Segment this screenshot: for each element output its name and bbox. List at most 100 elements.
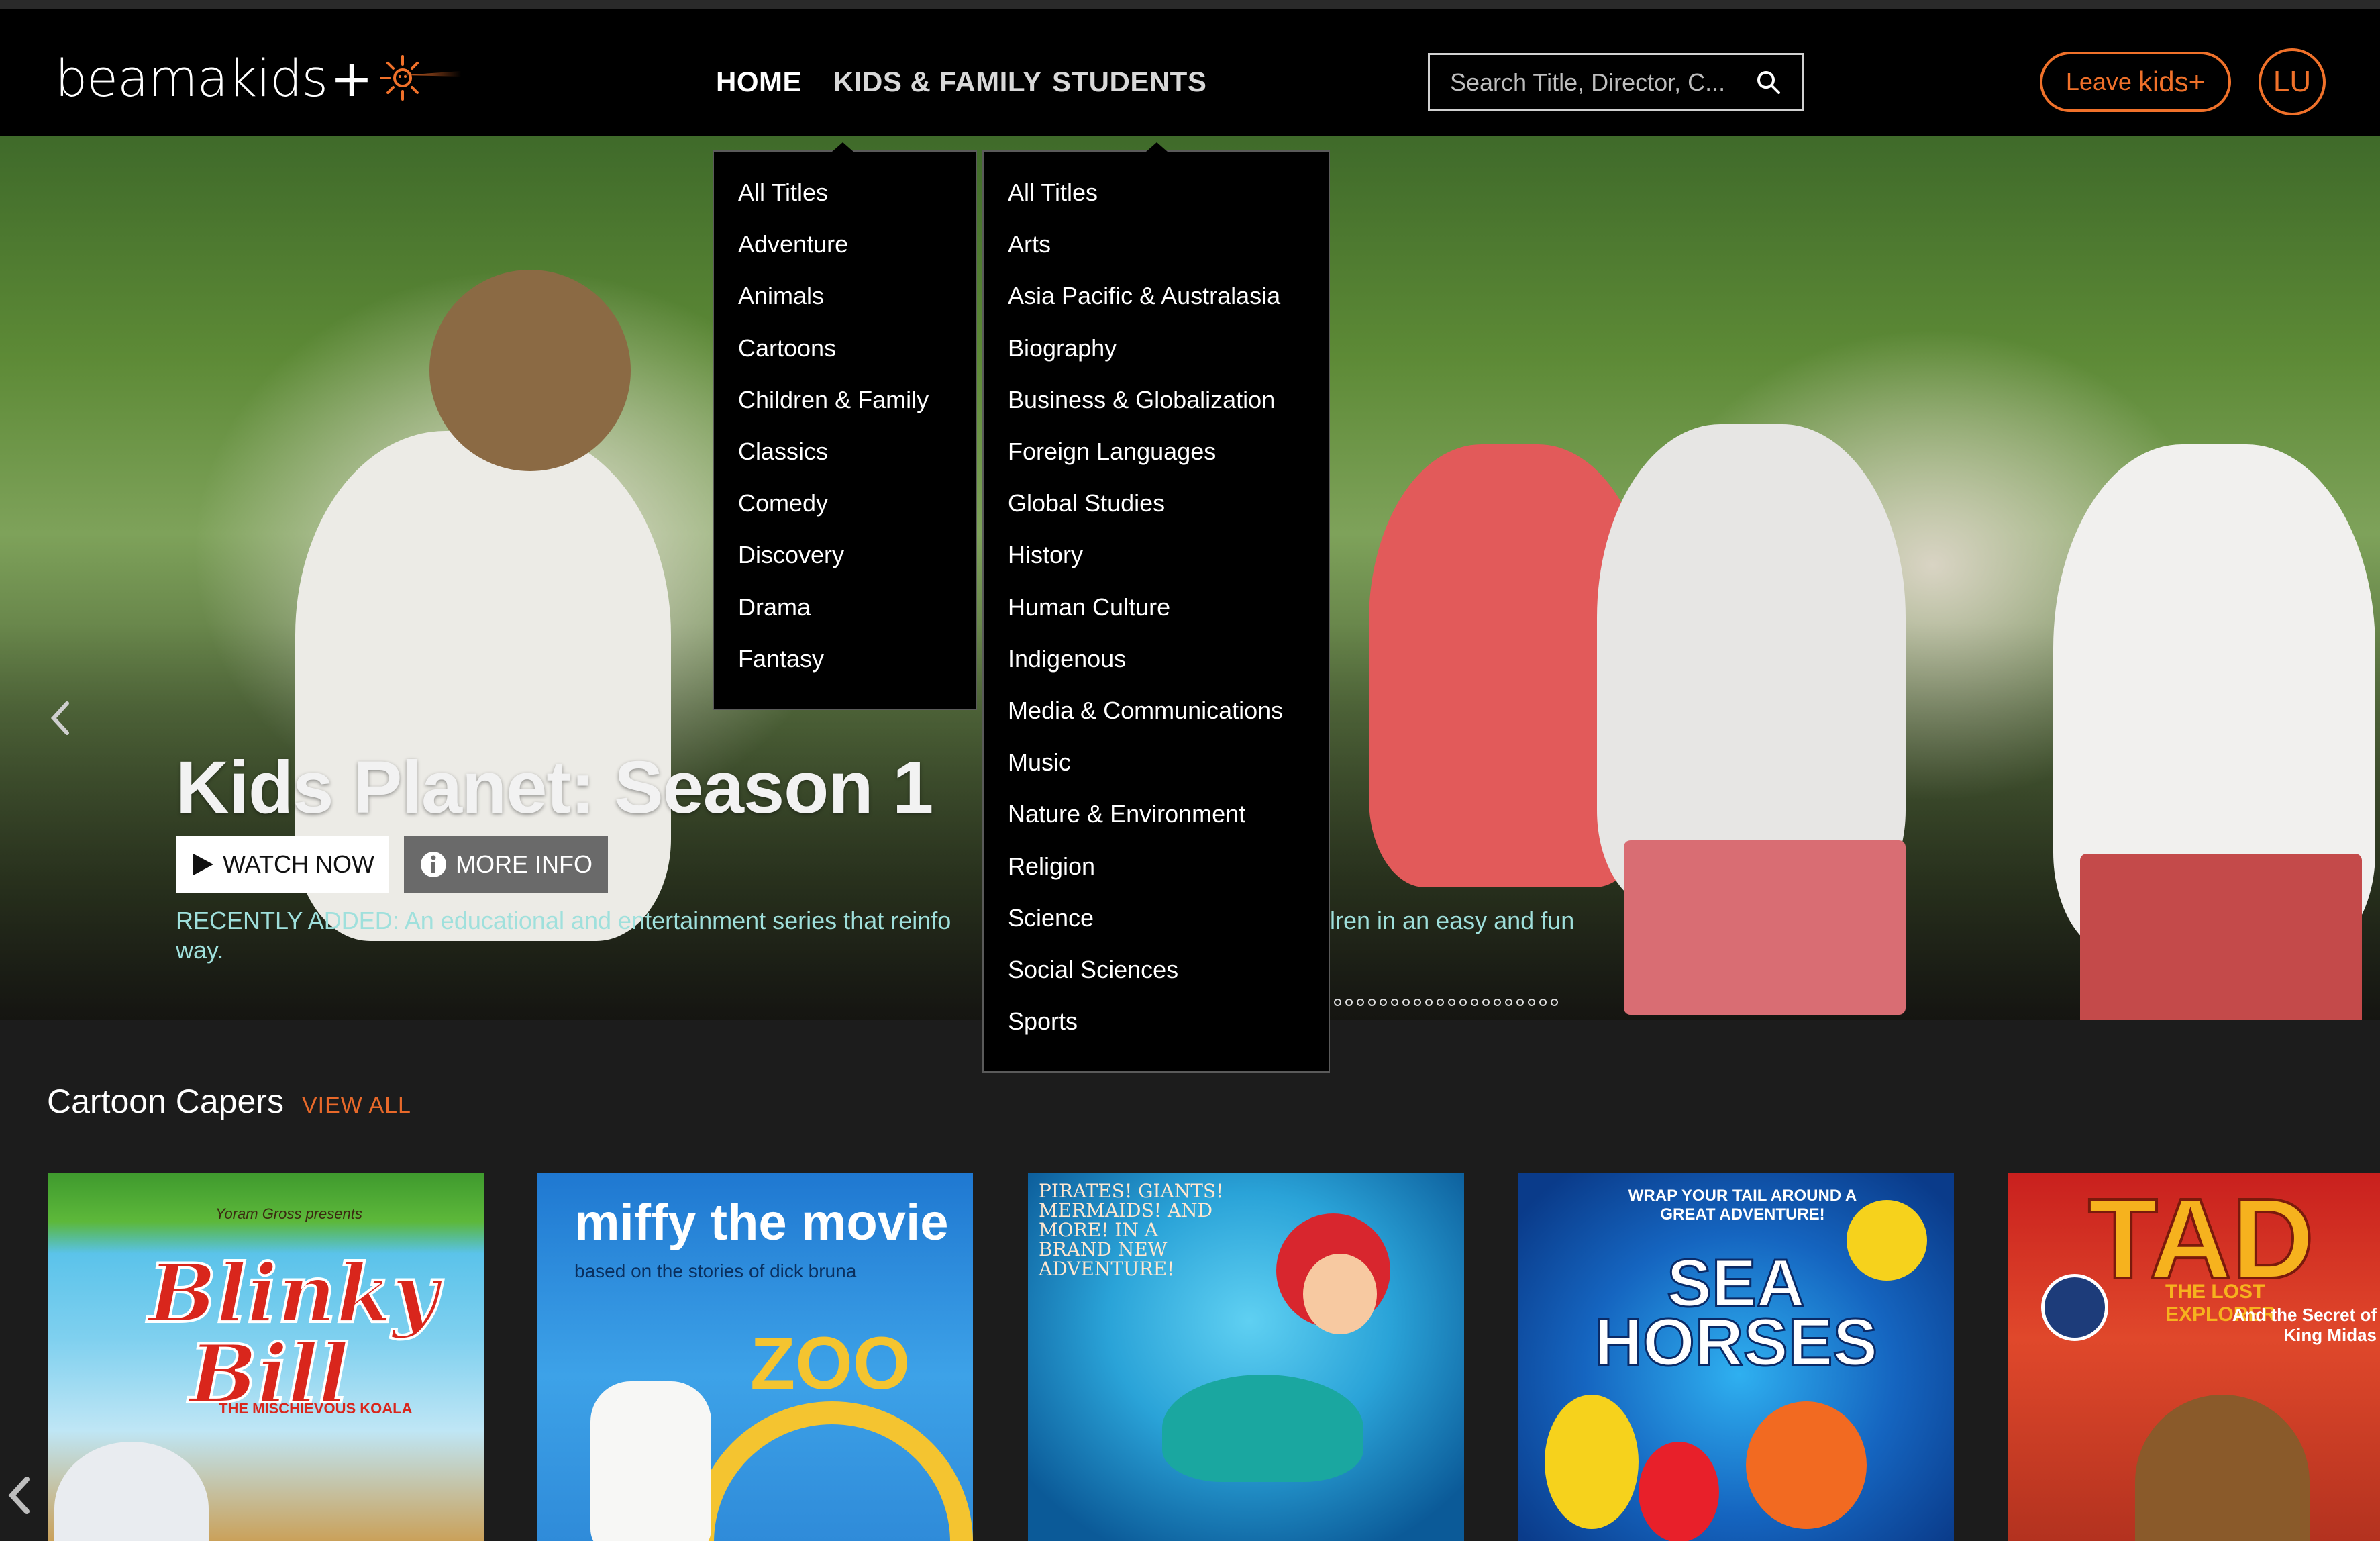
poster-miffy[interactable]: miffy the movie based on the stories of … — [537, 1173, 973, 1541]
poster-explorer — [2135, 1395, 2310, 1541]
poster-blinky-bill[interactable]: Yoram Gross presents Blinky Bill THE MIS… — [48, 1173, 484, 1541]
hero-description-end: way. — [176, 936, 224, 964]
poster-badge — [2041, 1274, 2108, 1341]
kids-family-menu-item[interactable]: Comedy — [738, 489, 828, 517]
students-menu-item[interactable]: Religion — [1008, 852, 1095, 881]
hero-title: Kids Planet: Season 1 — [176, 746, 933, 829]
students-menu-item[interactable]: Music — [1008, 748, 1071, 777]
poster-fish-orange — [1746, 1401, 1867, 1529]
watch-now-button[interactable]: WATCH NOW — [176, 836, 389, 893]
students-menu-item[interactable]: Foreign Languages — [1008, 438, 1216, 466]
carousel-dot[interactable] — [1402, 999, 1410, 1006]
kids-family-menu-item[interactable]: Cartoons — [738, 334, 836, 362]
chevron-left-icon[interactable] — [5, 1474, 32, 1517]
kids-plus-label: kids+ — [2138, 66, 2206, 97]
carousel-dot[interactable] — [1345, 999, 1353, 1006]
watch-now-label: WATCH NOW — [223, 850, 374, 878]
poster-title: SEA HORSES — [1593, 1246, 1878, 1380]
kids-family-menu-item[interactable]: Discovery — [738, 541, 844, 569]
section-title: Cartoon Capers — [47, 1083, 284, 1120]
students-menu-item[interactable]: Biography — [1008, 334, 1117, 362]
carousel-dot[interactable] — [1334, 999, 1341, 1006]
carousel-dot[interactable] — [1471, 999, 1478, 1006]
students-menu-item[interactable]: Nature & Environment — [1008, 800, 1245, 828]
carousel-dot[interactable] — [1459, 999, 1467, 1006]
carousel-dot[interactable] — [1505, 999, 1512, 1006]
poster-subtitle: THE MISCHIEVOUS KOALA — [219, 1400, 413, 1417]
top-navbar: beamakids + HOME KIDS & FAMILY STUDENTS … — [0, 9, 2380, 136]
carousel-dot[interactable] — [1357, 999, 1364, 1006]
poster-seahorse-red — [1639, 1442, 1719, 1541]
poster-mermaid[interactable]: PIRATES! GIANTS! MERMAIDS! AND MORE! IN … — [1028, 1173, 1464, 1541]
hero-description-left: RECENTLY ADDED: An educational and enter… — [176, 907, 951, 934]
students-dropdown: All Titles Arts Asia Pacific & Australasia… — [982, 142, 1330, 1073]
poster-mermaid-face — [1303, 1254, 1377, 1334]
nav-kids-family[interactable]: KIDS & FAMILY — [833, 66, 1042, 98]
carousel-dot[interactable] — [1391, 999, 1398, 1006]
students-menu-item[interactable]: Social Sciences — [1008, 956, 1178, 984]
view-all-link[interactable]: VIEW ALL — [302, 1093, 411, 1119]
carousel-dot[interactable] — [1425, 999, 1433, 1006]
nav-students[interactable]: STUDENTS — [1052, 66, 1206, 98]
students-menu-item[interactable]: Arts — [1008, 230, 1051, 258]
students-menu-item[interactable]: Science — [1008, 904, 1094, 932]
poster-koala — [54, 1442, 209, 1541]
poster-sea-horses[interactable]: WRAP YOUR TAIL AROUND A GREAT ADVENTURE!… — [1518, 1173, 1954, 1541]
hero-image-kid — [2080, 854, 2362, 1020]
kids-family-menu-item[interactable]: Children & Family — [738, 386, 929, 414]
students-menu-item[interactable]: All Titles — [1008, 179, 1098, 207]
poster-miffy-bunny — [590, 1381, 711, 1541]
carousel-dot[interactable] — [1448, 999, 1455, 1006]
window-top-strip — [0, 0, 2380, 9]
students-menu-item[interactable]: Media & Communications — [1008, 697, 1283, 725]
students-menu-item[interactable]: Indigenous — [1008, 645, 1126, 673]
students-menu-item[interactable]: Global Studies — [1008, 489, 1165, 517]
carousel-dot[interactable] — [1494, 999, 1501, 1006]
nav-home[interactable]: HOME — [716, 66, 802, 98]
students-menu-item[interactable]: Asia Pacific & Australasia — [1008, 282, 1280, 310]
poster-fish-yellow-2 — [1545, 1395, 1639, 1529]
beamakids-logo[interactable]: beamakids + — [55, 44, 464, 111]
hero-image-kid — [1624, 840, 1906, 1015]
kids-family-menu-item[interactable]: Drama — [738, 593, 811, 622]
carousel-dot[interactable] — [1482, 999, 1490, 1006]
kids-family-menu-item[interactable]: Animals — [738, 282, 824, 310]
carousel-dot[interactable] — [1380, 999, 1387, 1006]
hero-image-kid — [429, 270, 631, 471]
students-menu-item[interactable]: History — [1008, 541, 1083, 569]
kids-family-menu-item[interactable]: Fantasy — [738, 645, 824, 673]
students-menu-item[interactable]: Human Culture — [1008, 593, 1170, 622]
chevron-left-icon[interactable] — [47, 698, 74, 738]
poster-tad[interactable]: TAD THE LOST EXPLORER And the Secret of … — [2008, 1173, 2380, 1541]
kids-family-menu-item[interactable]: Adventure — [738, 230, 848, 258]
more-info-button[interactable]: MORE INFO — [404, 836, 608, 893]
students-menu-item[interactable]: Business & Globalization — [1008, 386, 1275, 414]
search-input[interactable] — [1450, 64, 1745, 101]
carousel-dot[interactable] — [1437, 999, 1444, 1006]
poster-subtitle: based on the stories of dick bruna — [574, 1260, 857, 1281]
user-avatar[interactable]: LU — [2259, 48, 2326, 115]
search-icon[interactable] — [1756, 70, 1781, 95]
search-box — [1428, 53, 1804, 111]
kids-family-menu-item[interactable]: All Titles — [738, 179, 828, 207]
students-menu-item[interactable]: Sports — [1008, 1007, 1078, 1036]
carousel-dot[interactable] — [1528, 999, 1535, 1006]
leave-label: Leave — [2065, 68, 2132, 95]
carousel-dot[interactable] — [1516, 999, 1524, 1006]
poster-title: miffy the movie — [574, 1194, 949, 1251]
poster-arch — [691, 1401, 973, 1541]
carousel-dot[interactable] — [1539, 999, 1547, 1006]
logo-plus: + — [330, 48, 373, 108]
poster-mermaid-tail — [1162, 1375, 1363, 1482]
carousel-dot[interactable] — [1551, 999, 1558, 1006]
kids-family-dropdown: All Titles Adventure Animals Cartoons Childr… — [713, 142, 977, 710]
leave-kids-button[interactable]: Leave kids+ — [2040, 52, 2231, 112]
dropdown-caret — [832, 142, 853, 152]
sun-icon — [379, 55, 461, 101]
carousel-dot[interactable] — [1368, 999, 1376, 1006]
hero-image-kid — [1597, 424, 1906, 907]
carousel-dots — [1334, 999, 1558, 1006]
carousel-dot[interactable] — [1414, 999, 1421, 1006]
poster-title: Blinky Bill — [147, 1246, 440, 1422]
kids-family-menu-item[interactable]: Classics — [738, 438, 828, 466]
